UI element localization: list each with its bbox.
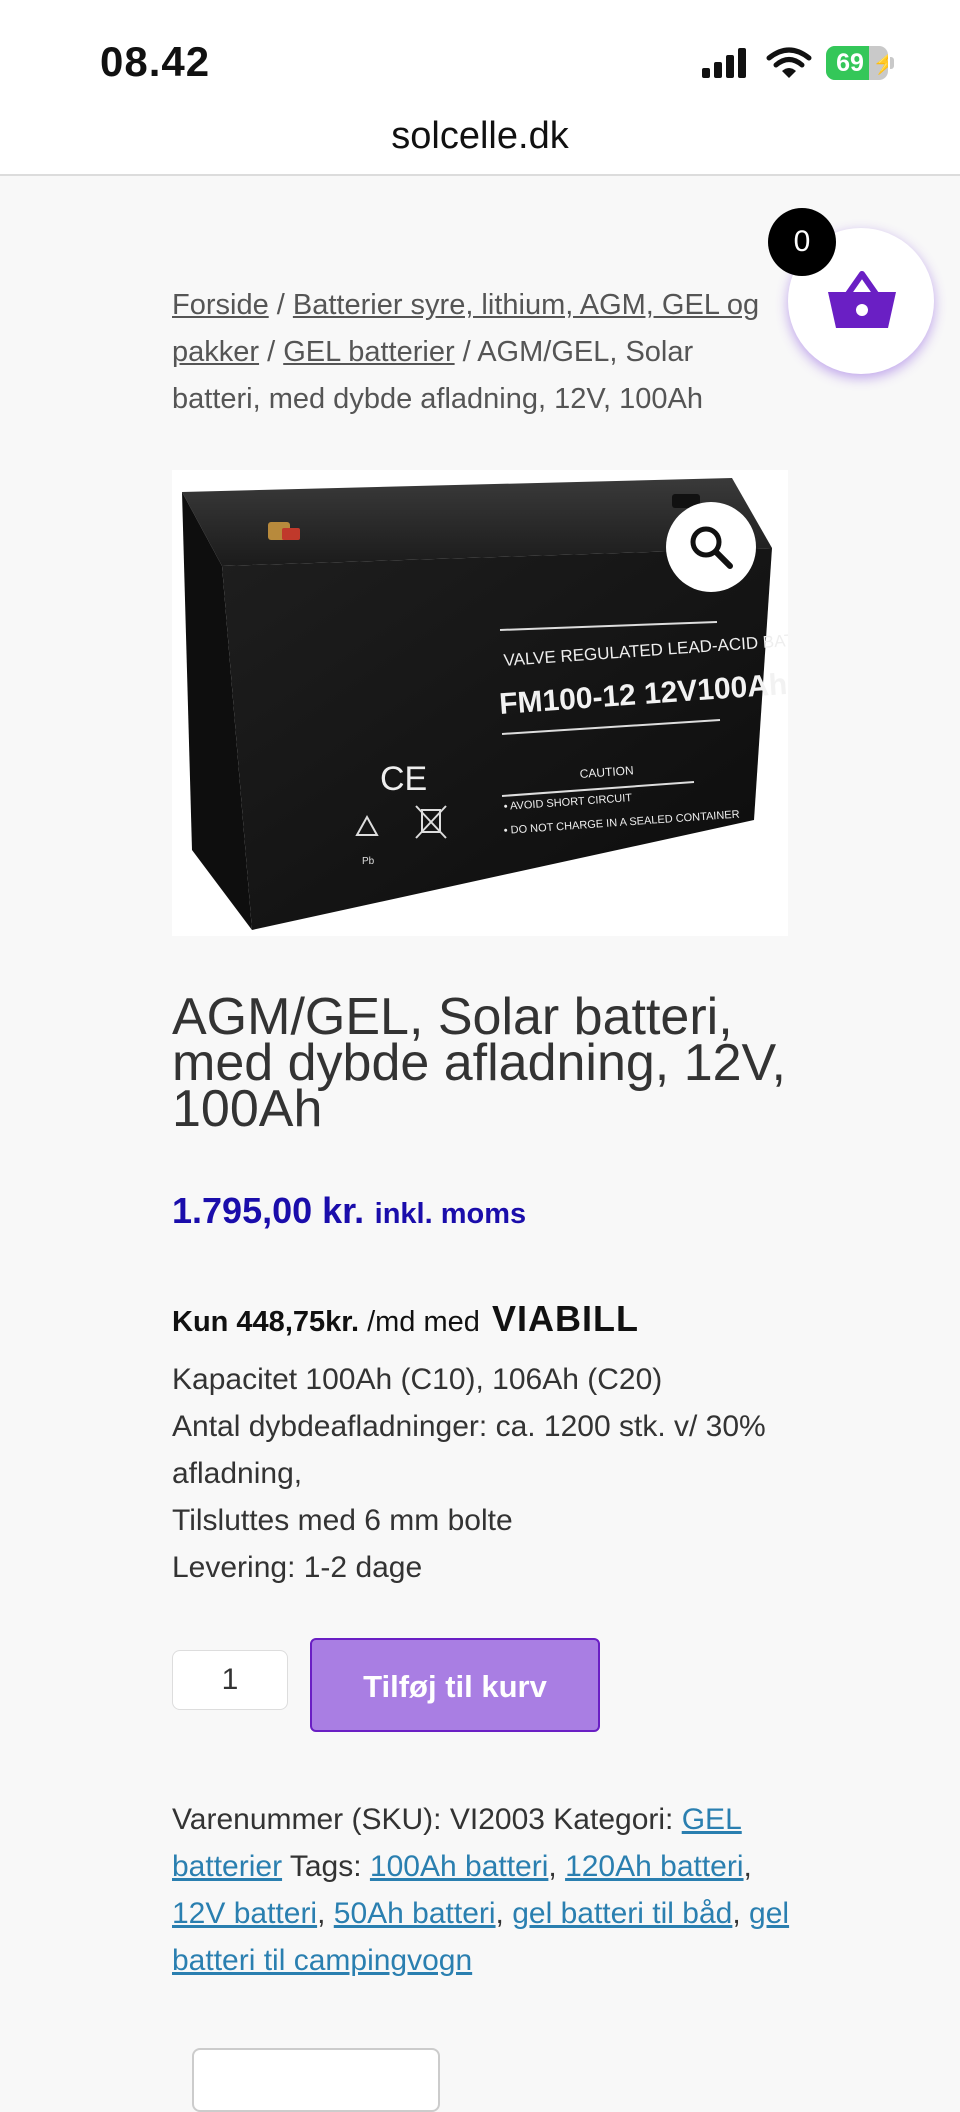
magnifier-icon — [690, 526, 733, 569]
wifi-icon — [766, 47, 812, 78]
cart-count-badge: 0 — [768, 208, 836, 276]
product-description: Kapacitet 100Ah (C10), 106Ah (C20) Antal… — [172, 1356, 792, 1591]
price-row: 1.795,00 kr. inkl. moms — [172, 1190, 526, 1232]
charging-bolt-icon: ⚡ — [872, 50, 888, 75]
product-meta: Varenummer (SKU): VI2003 Kategori: GEL b… — [172, 1803, 790, 1977]
tag-link[interactable]: 100Ah batteri — [370, 1850, 548, 1883]
pb-label: Pb — [362, 856, 375, 867]
url-text: solcelle.dk — [391, 115, 569, 157]
description-line: Tilsluttes med 6 mm bolte — [172, 1504, 513, 1537]
quantity-input[interactable]: 1 — [172, 1650, 288, 1710]
ce-mark: CE — [380, 760, 427, 798]
tag-link[interactable]: 12V batteri — [172, 1897, 317, 1930]
breadcrumb: Forside / Batterier syre, lithium, AGM, … — [172, 282, 784, 423]
add-to-cart-button[interactable]: Tilføj til kurv — [310, 1638, 600, 1732]
tags-label: Tags: — [289, 1850, 362, 1883]
description-line: Levering: 1-2 dage — [172, 1551, 423, 1584]
product-title: AGM/GEL, Solar batteri, med dybde afladn… — [172, 988, 786, 1138]
zoom-button[interactable] — [666, 502, 756, 592]
tag-link[interactable]: 120Ah batteri — [565, 1850, 743, 1883]
product-price: 1.795,00 kr. — [172, 1190, 365, 1231]
viabill-text: /md med — [367, 1306, 480, 1338]
viabill-amount: Kun 448,75kr. — [172, 1306, 359, 1338]
basket-icon — [828, 271, 896, 328]
breadcrumb-separator: / — [268, 289, 293, 321]
description-line: Antal dybdeafladninger: ca. 1200 stk. v/… — [172, 1410, 766, 1490]
cellular-signal-icon — [702, 48, 746, 78]
tag-link[interactable]: gel batteri til båd — [512, 1897, 732, 1930]
breadcrumb-link-home[interactable]: Forside — [172, 289, 269, 321]
breadcrumb-separator: / — [454, 336, 478, 368]
price-suffix: inkl. moms — [374, 1198, 527, 1230]
sku-value: VI2003 — [449, 1803, 545, 1836]
tabs-panel-edge[interactable] — [192, 2048, 440, 2112]
battery-level: 69 — [836, 49, 864, 77]
category-label: Kategori: — [553, 1803, 674, 1836]
breadcrumb-separator: / — [259, 336, 284, 368]
status-bar: 08.42 69 ⚡ — [0, 0, 960, 120]
battery-icon: 69 ⚡ — [826, 46, 894, 80]
breadcrumb-link-gel-batteries[interactable]: GEL batterier — [283, 336, 454, 368]
status-time: 08.42 — [100, 38, 211, 85]
viabill-logo: VIABILL — [491, 1298, 639, 1339]
description-line: Kapacitet 100Ah (C10), 106Ah (C20) — [172, 1363, 663, 1396]
address-bar[interactable]: solcelle.dk — [0, 104, 960, 176]
viabill-financing[interactable]: Kun 448,75kr. /md med VIABILL — [172, 1298, 639, 1340]
sku-label: Varenummer (SKU): — [172, 1803, 442, 1836]
tag-link[interactable]: 50Ah batteri — [334, 1897, 496, 1930]
